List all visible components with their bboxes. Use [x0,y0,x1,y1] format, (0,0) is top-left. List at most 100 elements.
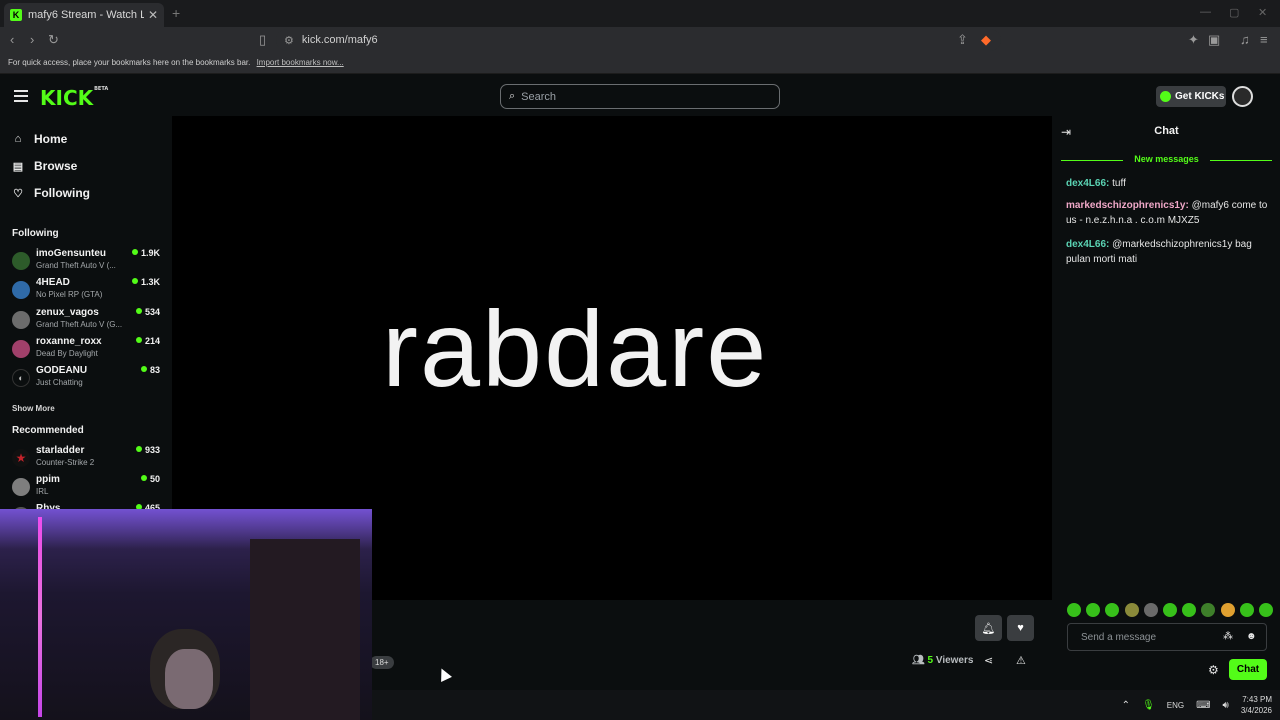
chat-message-input[interactable]: Send a message ⁂ ☻ [1067,623,1267,651]
bookmarks-hint: For quick access, place your bookmarks h… [8,58,251,67]
chat-text: tuff [1112,178,1126,189]
sidebar-channel[interactable]: 4HEAD No Pixel RP (GTA) 1.3K [12,277,160,303]
chat-username[interactable]: dex4L66 [1066,178,1106,189]
emote[interactable] [1162,603,1177,617]
share-page-icon[interactable]: ⇪ [957,32,968,48]
webcam-overlay [0,509,372,720]
follow-button[interactable]: ♥ [1007,615,1034,641]
search-placeholder: Search [521,90,557,103]
channel-avatar: ◐ [12,369,30,387]
viewers-icon: 👥︎ [912,655,925,666]
chat-settings-gear-icon[interactable]: ⚙ [1208,663,1219,677]
sidebar-channel[interactable]: ★ starladder Counter-Strike 2 933 [12,445,160,471]
emote[interactable] [1143,603,1158,617]
clock-time: 7:43 PM [1242,695,1272,704]
address-bar[interactable]: ⚙ kick.com/mafy6 [276,29,1001,51]
extensions-icon[interactable]: ✦ [1188,32,1199,48]
show-more-link[interactable]: Show More [12,404,55,413]
chat-send-button[interactable]: Chat [1229,659,1267,680]
bookmark-icon[interactable]: ▯ [259,32,266,48]
maximize-icon[interactable]: ▢ [1229,6,1239,19]
emote[interactable] [1239,603,1254,617]
age-badge: 18+ [370,656,394,669]
translate-icon[interactable]: ⁂ [1223,631,1233,642]
chat-message: dex4L66: @markedschizophrenics1y bag pul… [1066,239,1252,265]
user-avatar[interactable] [1232,86,1253,107]
emote[interactable] [1067,603,1081,617]
sidebar-channel[interactable]: ppim IRL 50 [12,474,160,500]
channel-avatar: ★ [12,449,30,467]
url-text: kick.com/mafy6 [301,34,378,46]
emote[interactable] [1258,603,1273,617]
channel-avatar [12,311,30,329]
report-icon[interactable]: ⚠ [1016,654,1026,667]
chat-message: dex4L66: tuff [1066,178,1126,189]
close-tab-icon[interactable]: ✕ [148,8,158,22]
sidebar-channel[interactable]: zenux_vagos Grand Theft Auto V (G... 534 [12,307,160,333]
emote[interactable] [1105,603,1120,617]
microphone-icon[interactable]: 🎙︎ [1142,700,1155,711]
channel-avatar [12,478,30,496]
system-tray: ⌃ 🎙︎ ENG ⌨ 🔊︎ 7:43 PM 3/4/2026 [1116,694,1272,716]
brave-shield-icon[interactable]: ◆ [981,32,991,48]
chat-username[interactable]: markedschizophrenics1y [1066,200,1186,211]
search-icon: ⌕ [509,90,516,102]
emote[interactable] [1182,603,1197,617]
chat-input-placeholder: Send a message [1081,631,1157,643]
channel-avatar [12,252,30,270]
kick-favicon-icon: K [10,9,22,21]
new-messages-divider[interactable]: New messages [1061,154,1272,166]
sidebar-channel[interactable]: ◐ GODEANU Just Chatting 83 [12,365,160,391]
browser-toolbar: ‹ › ↻ ▯ ⚙ kick.com/mafy6 ⇪ ◆ ✦ ▣ ♫ ≡ [0,27,1280,53]
notification-bell-button[interactable]: 🔔︎ [975,615,1002,641]
window-close-icon[interactable]: ✕ [1258,6,1267,19]
share-icon[interactable]: ⋖ [984,654,993,667]
search-input[interactable]: ⌕ Search [500,84,780,109]
nav-browse[interactable]: ▤ Browse [12,159,78,173]
volume-icon[interactable]: 🔊︎ [1223,700,1229,711]
back-icon[interactable]: ‹ [10,32,14,47]
site-header: KICKBETA ⌕ Search Get KICKs [0,76,1280,116]
clock-date: 3/4/2026 [1240,706,1272,715]
bookmarks-bar: For quick access, place your bookmarks h… [0,53,1280,74]
chat-panel: ⇥ Chat New messages dex4L66: tuff marked… [1053,116,1280,692]
emote[interactable] [1086,603,1101,617]
emoji-icon[interactable]: ☻ [1246,631,1257,642]
forward-icon[interactable]: › [30,32,34,47]
sidebar: ⌂ Home ▤ Browse ♡ Following Following imoGe… [0,116,170,525]
chat-username[interactable]: dex4L66 [1066,239,1106,250]
tab-title: mafy6 Stream - Watch Live o [28,9,144,21]
heart-filled-icon: ♥ [1017,622,1024,634]
sidebar-channel[interactable]: roxanne_roxx Dead By Daylight 214 [12,336,160,362]
emote[interactable] [1201,603,1216,617]
new-tab-icon[interactable]: + [172,5,180,21]
import-bookmarks-link[interactable]: Import bookmarks now... [257,58,344,67]
chevron-up-icon[interactable]: ⌃ [1122,700,1130,711]
get-kicks-label: Get KICKs [1175,91,1225,102]
get-kicks-button[interactable]: Get KICKs [1156,86,1226,107]
nav-home[interactable]: ⌂ Home [12,132,68,146]
video-overlay-text: rabdare [382,288,769,409]
emote-bar [1067,603,1273,617]
sidebar-channel[interactable]: imoGensunteu Grand Theft Auto V (... 1.9K [12,248,160,274]
channel-avatar [12,281,30,299]
browse-icon: ▤ [12,160,24,173]
browser-tab-bar: K mafy6 Stream - Watch Live o ✕ + — ▢ ✕ [0,0,1280,27]
emote[interactable] [1124,603,1139,617]
nav-following[interactable]: ♡ Following [12,186,90,200]
emote[interactable] [1220,603,1235,617]
menu-icon[interactable]: ≡ [1260,32,1268,47]
network-icon[interactable]: ⌨ [1196,700,1210,711]
minimize-icon[interactable]: — [1200,6,1211,18]
reload-icon[interactable]: ↻ [48,32,59,48]
hamburger-menu-icon[interactable] [14,90,28,102]
kick-logo[interactable]: KICKBETA [40,86,108,110]
home-icon: ⌂ [14,133,22,145]
site-info-icon[interactable]: ⚙ [284,34,294,47]
bell-icon: 🔔︎ [981,622,996,635]
browser-tab[interactable]: K mafy6 Stream - Watch Live o ✕ [4,3,164,27]
system-clock[interactable]: 7:43 PM 3/4/2026 [1241,694,1272,716]
sidebar-icon[interactable]: ▣ [1208,32,1220,48]
language-indicator[interactable]: ENG [1167,701,1184,710]
media-icon[interactable]: ♫ [1240,32,1250,47]
